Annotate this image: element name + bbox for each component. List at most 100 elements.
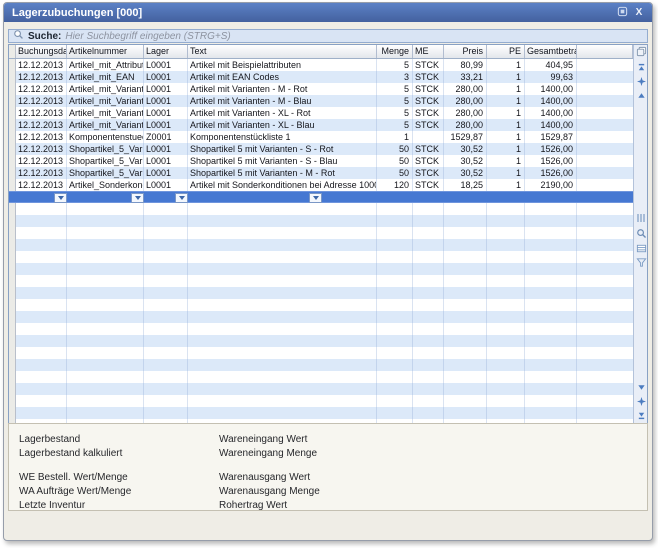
row-selector[interactable] <box>9 143 16 155</box>
table-row[interactable]: 12.12.2013Shopartikel_5_VariantL0001Shop… <box>9 155 633 167</box>
empty-cell <box>525 251 577 263</box>
scroll-top-icon[interactable] <box>635 61 647 74</box>
row-selector[interactable] <box>9 59 16 71</box>
empty-cell <box>444 323 487 335</box>
entry-artikelnummer-dropdown[interactable] <box>131 193 144 203</box>
empty-cell <box>487 335 525 347</box>
scrollbar-strip[interactable] <box>633 45 647 423</box>
row-selector[interactable] <box>9 167 16 179</box>
cell-filler <box>577 107 633 119</box>
empty-cell <box>525 263 577 275</box>
arrow-up-icon[interactable] <box>635 89 647 102</box>
empty-cell <box>377 263 413 275</box>
empty-cell <box>413 227 444 239</box>
empty-cell <box>487 203 525 215</box>
table-row[interactable]: 12.12.2013KomponentenstuecklisZ0001Kompo… <box>9 131 633 143</box>
cell-lager: L0001 <box>144 107 188 119</box>
empty-cell <box>16 215 67 227</box>
empty-cell <box>413 359 444 371</box>
arrow-down-icon[interactable] <box>635 381 647 394</box>
row-selector <box>9 215 16 227</box>
new-entry-row[interactable] <box>9 191 633 203</box>
empty-row <box>9 311 633 323</box>
cell-pe: 1 <box>487 131 525 143</box>
row-selector <box>9 299 16 311</box>
empty-cell <box>67 371 144 383</box>
table-row[interactable]: 12.12.2013Shopartikel_5_VariantL0001Shop… <box>9 143 633 155</box>
empty-row <box>9 395 633 407</box>
cell-pe: 1 <box>487 107 525 119</box>
empty-cell <box>577 275 633 287</box>
table-row[interactable]: 12.12.2013Artikel_mit_Varianten.L0001Art… <box>9 95 633 107</box>
column-header-preis[interactable]: Preis <box>444 45 487 58</box>
empty-cell <box>577 287 633 299</box>
row-selector <box>9 227 16 239</box>
empty-cell <box>16 203 67 215</box>
empty-cell <box>487 239 525 251</box>
cell-gesamtbetrag: 1526,00 <box>525 143 577 155</box>
column-header-gesamtbetrag[interactable]: Gesamtbetrag <box>525 45 577 58</box>
cell-artikelnummer: Artikel_mit_Varianten. <box>67 83 144 95</box>
row-selector[interactable] <box>9 131 16 143</box>
quick-search-icon[interactable] <box>635 227 647 240</box>
search-bar[interactable]: Suche: Hier Suchbegriff eingeben (STRG+S… <box>8 29 648 43</box>
column-header-me[interactable]: ME <box>413 45 444 58</box>
empty-cell <box>144 407 188 419</box>
entry-date-dropdown[interactable] <box>54 193 67 203</box>
column-header-text[interactable]: Text <box>188 45 377 58</box>
table-row[interactable]: 12.12.2013Artikel_mit_Varianten.L0001Art… <box>9 119 633 131</box>
empty-cell <box>144 359 188 371</box>
table-options-icon[interactable] <box>635 242 647 255</box>
scrollbar-grip-icon[interactable] <box>635 211 647 224</box>
empty-cell <box>525 215 577 227</box>
row-selector[interactable] <box>9 95 16 107</box>
empty-cell <box>577 335 633 347</box>
empty-cell <box>577 395 633 407</box>
search-input[interactable]: Hier Suchbegriff eingeben (STRG+S) <box>65 31 230 42</box>
column-header-pe[interactable]: PE <box>487 45 525 58</box>
close-button[interactable]: X <box>632 6 646 19</box>
cell-me: STCK <box>413 107 444 119</box>
filter-icon[interactable] <box>635 256 647 269</box>
cell-me <box>413 131 444 143</box>
cell-text: Artikel mit Varianten - XL - Rot <box>188 107 377 119</box>
empty-cell <box>377 323 413 335</box>
table-row[interactable]: 12.12.2013Artikel_mit_EANL0001Artikel mi… <box>9 71 633 83</box>
row-selector[interactable] <box>9 71 16 83</box>
cell-preis: 30,52 <box>444 155 487 167</box>
empty-cell <box>377 371 413 383</box>
row-selector[interactable] <box>9 155 16 167</box>
empty-cell <box>487 395 525 407</box>
empty-cell <box>444 395 487 407</box>
table-row[interactable]: 12.12.2013Artikel_mit_Varianten.L0001Art… <box>9 83 633 95</box>
row-selector[interactable] <box>9 83 16 95</box>
row-selector <box>9 263 16 275</box>
empty-cell <box>377 359 413 371</box>
table-row[interactable]: 12.12.2013Shopartikel_5_VariantL0001Shop… <box>9 167 633 179</box>
row-selector[interactable] <box>9 107 16 119</box>
page-up-icon[interactable] <box>635 75 647 88</box>
table-row[interactable]: 12.12.2013Artikel_mit_AttributenL0001Art… <box>9 59 633 71</box>
cell-lager: L0001 <box>144 59 188 71</box>
empty-cell <box>16 335 67 347</box>
scroll-bottom-icon[interactable] <box>635 409 647 422</box>
table-row[interactable]: 12.12.2013Artikel_SonderkonditioL0001Art… <box>9 179 633 191</box>
empty-cell <box>444 263 487 275</box>
cell-datum: 12.12.2013 <box>16 179 67 191</box>
column-header-menge[interactable]: Menge <box>377 45 413 58</box>
title-bar[interactable]: Lagerzubuchungen [000] X <box>4 3 652 22</box>
restore-button[interactable] <box>615 6 629 19</box>
entry-text-dropdown[interactable] <box>309 193 322 203</box>
column-header-lager[interactable]: Lager <box>144 45 188 58</box>
page-down-icon[interactable] <box>635 395 647 408</box>
cell-pe: 1 <box>487 143 525 155</box>
row-selector[interactable] <box>9 119 16 131</box>
column-header-artikelnummer[interactable]: Artikelnummer <box>67 45 144 58</box>
table-row[interactable]: 12.12.2013Artikel_mit_Varianten.L0001Art… <box>9 107 633 119</box>
empty-cell <box>377 287 413 299</box>
copy-icon[interactable] <box>635 45 647 58</box>
row-selector[interactable] <box>9 179 16 191</box>
empty-cell <box>144 263 188 275</box>
column-header-datum[interactable]: Buchungsdatum <box>16 45 67 58</box>
entry-lager-dropdown[interactable] <box>175 193 188 203</box>
